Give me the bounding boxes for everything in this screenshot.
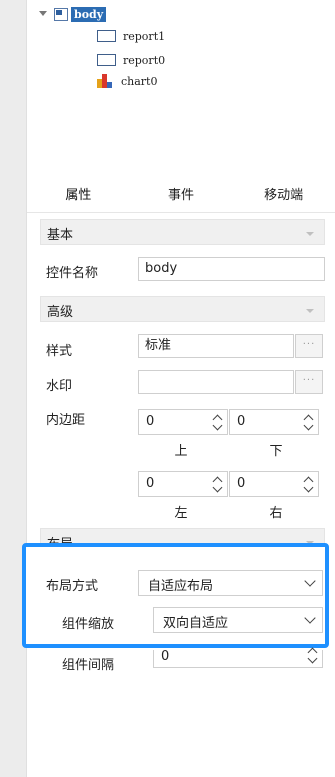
padding-right-spinner[interactable]: 0 <box>229 471 319 497</box>
padding-right-caption: 右 <box>269 506 283 521</box>
collapse-icon[interactable] <box>306 232 314 236</box>
tree-node-label: chart0 <box>121 74 158 88</box>
padding-left-caption: 左 <box>174 506 188 521</box>
section-advanced-header[interactable]: 高级 <box>40 296 325 322</box>
tree-node-report1[interactable]: report1 <box>97 27 165 45</box>
widget-name-input[interactable]: body <box>138 257 325 281</box>
widget-tree: body report1 report0 chart0 <box>27 0 335 170</box>
spinner-value: 0 <box>146 414 155 429</box>
watermark-label: 水印 <box>46 379 73 394</box>
style-label: 样式 <box>46 344 73 359</box>
section-title: 高级 <box>47 305 74 320</box>
expand-toggle-icon[interactable] <box>38 9 48 19</box>
report-icon <box>97 54 116 66</box>
spinner-value: 0 <box>237 476 246 491</box>
padding-bottom-caption: 下 <box>269 444 283 459</box>
tab-mobile[interactable]: 移动端 <box>232 179 335 212</box>
decrement-icon[interactable] <box>302 485 316 495</box>
style-more-button[interactable]: ··· <box>295 334 323 358</box>
spinner-arrows <box>211 411 225 433</box>
decrement-icon[interactable] <box>211 485 225 495</box>
watermark-more-button[interactable]: ··· <box>295 370 323 394</box>
chart-icon <box>97 74 114 88</box>
decrement-icon[interactable] <box>306 656 320 666</box>
body-container-icon <box>54 7 68 21</box>
property-tabs: 属性 事件 移动端 <box>27 179 335 213</box>
highlight-box <box>22 543 329 648</box>
component-gap-label: 组件间隔 <box>62 658 115 673</box>
tree-node-chart0[interactable]: chart0 <box>97 72 157 90</box>
section-basic-header[interactable]: 基本 <box>40 219 325 245</box>
padding-left-spinner[interactable]: 0 <box>138 471 228 497</box>
report-icon <box>97 30 116 42</box>
spinner-arrows <box>306 644 320 666</box>
tree-node-body[interactable]: body <box>38 5 107 23</box>
tree-node-label: report1 <box>123 29 166 43</box>
collapse-icon[interactable] <box>306 309 314 313</box>
tree-node-report0[interactable]: report0 <box>97 51 165 69</box>
style-input[interactable]: 标准 <box>138 334 294 358</box>
tab-events[interactable]: 事件 <box>130 179 233 212</box>
decrement-icon[interactable] <box>211 423 225 433</box>
spinner-value: 0 <box>237 414 246 429</box>
spinner-arrows <box>302 473 316 495</box>
widget-name-label: 控件名称 <box>46 266 99 281</box>
spinner-arrows <box>302 411 316 433</box>
padding-bottom-spinner[interactable]: 0 <box>229 409 319 435</box>
component-gap-spinner[interactable]: 0 <box>153 649 323 668</box>
spinner-arrows <box>211 473 225 495</box>
padding-top-caption: 上 <box>174 444 188 459</box>
watermark-input[interactable] <box>138 370 294 394</box>
tab-properties[interactable]: 属性 <box>27 179 130 212</box>
spinner-value: 0 <box>146 476 155 491</box>
tree-node-label: report0 <box>123 53 166 67</box>
spinner-value: 0 <box>161 649 170 664</box>
left-panel-strip <box>0 0 27 777</box>
tree-node-label: body <box>71 6 107 22</box>
section-title: 基本 <box>47 228 74 243</box>
padding-top-spinner[interactable]: 0 <box>138 409 228 435</box>
decrement-icon[interactable] <box>302 423 316 433</box>
padding-label: 内边距 <box>46 413 86 428</box>
